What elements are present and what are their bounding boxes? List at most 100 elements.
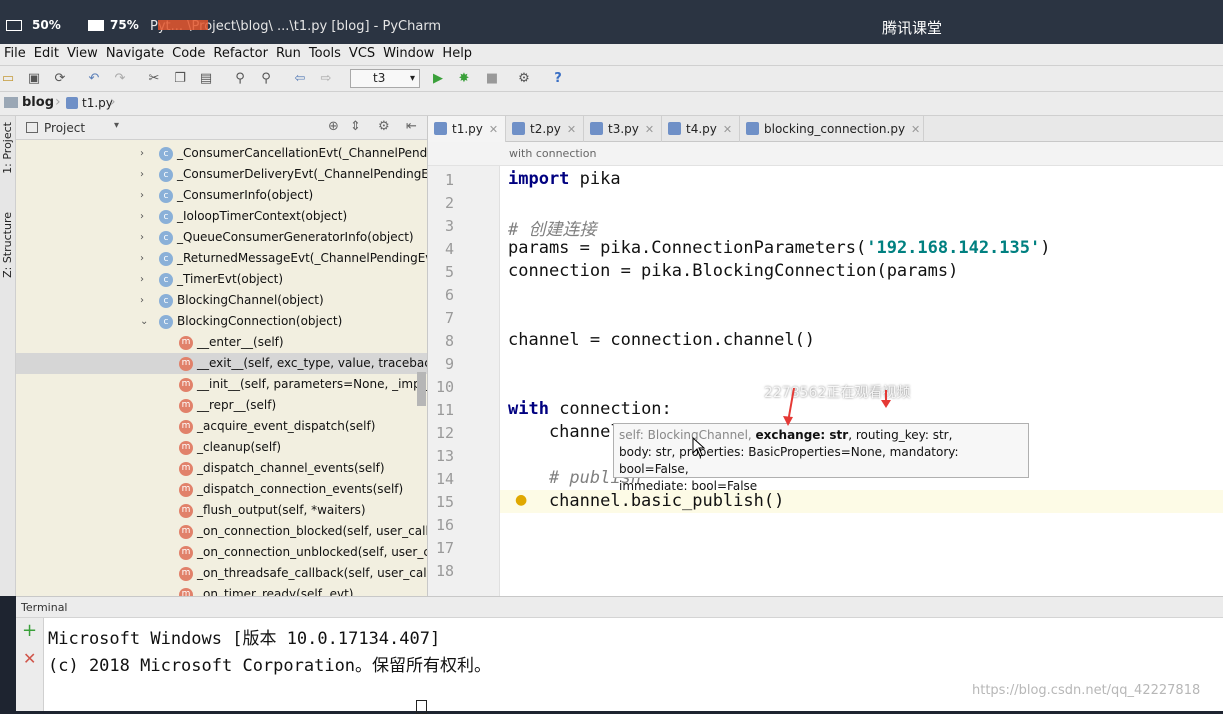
class-icon: c — [159, 273, 173, 287]
replace-icon[interactable]: ⚲ — [258, 71, 274, 87]
tree-class-item[interactable]: › c _ConsumerInfo(object) — [16, 185, 427, 206]
breadcrumb-project[interactable]: blog — [22, 95, 54, 110]
tree-method-item[interactable]: m __exit__(self, exc_type, value, traceba… — [16, 353, 427, 374]
project-view-label[interactable]: Project — [44, 121, 85, 135]
tab-t4[interactable]: t4.py ✕ — [662, 116, 740, 142]
structure-tool-tab[interactable]: Z: Structure — [1, 212, 14, 278]
tree-method-item[interactable]: m _on_connection_blocked(self, user_callb… — [16, 521, 427, 542]
chevron-right-icon[interactable]: › — [140, 164, 144, 185]
tree-method-item[interactable]: m _dispatch_channel_events(self) — [16, 458, 427, 479]
menu-run[interactable]: Run — [272, 44, 305, 64]
tree-class-item[interactable]: › c _QueueConsumerGeneratorInfo(object) — [16, 227, 427, 248]
editor-tabs: t1.py ✕ t2.py ✕ t3.py ✕ t4.py ✕ blocking_con… — [428, 116, 1223, 142]
collapse-icon[interactable]: ⇕ — [350, 119, 361, 134]
tree-method-item[interactable]: m _cleanup(self) — [16, 437, 427, 458]
tab-t1[interactable]: t1.py ✕ — [428, 116, 506, 142]
chevron-right-icon[interactable]: › — [140, 269, 144, 290]
menu-file[interactable]: File — [0, 44, 30, 64]
navigation-bar: blog › t1.py › — [0, 92, 1223, 116]
chevron-right-icon[interactable]: › — [140, 290, 144, 311]
close-icon[interactable]: ✕ — [911, 123, 920, 136]
tree-method-item[interactable]: m __enter__(self) — [16, 332, 427, 353]
tree-class-item[interactable]: › c _ReturnedMessageEvt(_ChannelPendingEvt… — [16, 248, 427, 269]
tree-method-item[interactable]: m _on_timer_ready(self, evt) — [16, 584, 427, 596]
save-icon[interactable]: ▣ — [26, 71, 42, 87]
method-icon: m — [179, 588, 193, 596]
gear-icon[interactable]: ⚙ — [378, 119, 390, 134]
tree-method-item[interactable]: m _on_threadsafe_callback(self, user_call… — [16, 563, 427, 584]
menu-edit[interactable]: Edit — [30, 44, 63, 64]
chevron-right-icon[interactable]: › — [140, 185, 144, 206]
menu-refactor[interactable]: Refactor — [209, 44, 272, 64]
cut-icon[interactable]: ✂ — [146, 71, 162, 87]
tree-class-item[interactable]: › c _TimerEvt(object) — [16, 269, 427, 290]
code-editor[interactable]: import pika # 创建连接 params = pika.Connect… — [500, 166, 1223, 596]
terminal-header[interactable]: Terminal — [16, 596, 1223, 618]
project-tool-tab[interactable]: 1: Project — [1, 122, 14, 174]
undo-icon[interactable]: ↶ — [86, 71, 102, 87]
hide-icon[interactable]: ⇤ — [406, 119, 417, 134]
chevron-right-icon[interactable]: › — [140, 248, 144, 269]
project-view-icon — [26, 122, 38, 133]
tree-method-item[interactable]: m _on_connection_unblocked(self, user_cal… — [16, 542, 427, 563]
run-icon[interactable]: ▶ — [430, 71, 446, 87]
chevron-right-icon[interactable]: › — [140, 206, 144, 227]
chevron-right-icon[interactable]: › — [140, 143, 144, 164]
sync-icon[interactable]: ⟳ — [52, 71, 68, 87]
menu-tools[interactable]: Tools — [305, 44, 345, 64]
paste-icon[interactable]: ▤ — [198, 71, 214, 87]
tree-method-item[interactable]: m _acquire_event_dispatch(self) — [16, 416, 427, 437]
add-icon[interactable]: + — [22, 622, 37, 640]
tree-class-item[interactable]: ⌄ c BlockingConnection(object) — [16, 311, 427, 332]
intention-bulb-icon[interactable]: ● — [515, 492, 527, 508]
chevron-right-icon[interactable]: › — [140, 227, 144, 248]
python-file-icon — [746, 122, 759, 135]
tree-method-item[interactable]: m _flush_output(self, *waiters) — [16, 500, 427, 521]
menu-code[interactable]: Code — [168, 44, 209, 64]
target-icon[interactable]: ⊕ — [328, 119, 339, 134]
tab-t3[interactable]: t3.py ✕ — [584, 116, 662, 142]
tree-class-item[interactable]: › c _ConsumerDeliveryEvt(_ChannelPendingEv… — [16, 164, 427, 185]
method-icon: m — [179, 357, 193, 371]
tree-item-label: _on_connection_blocked(self, user_callba… — [197, 524, 427, 538]
tree-method-item[interactable]: m __init__(self, parameters=None, _impl_c… — [16, 374, 427, 395]
chevron-down-icon[interactable]: ⌄ — [140, 311, 148, 332]
close-icon[interactable]: ✕ — [489, 123, 498, 136]
find-icon[interactable]: ⚲ — [232, 71, 248, 87]
chevron-down-icon[interactable]: ▾ — [114, 120, 119, 131]
menu-help[interactable]: Help — [438, 44, 476, 64]
back-icon[interactable]: ⇦ — [292, 71, 308, 87]
menu-view[interactable]: View — [63, 44, 102, 64]
tree-class-item[interactable]: › c _IoloopTimerContext(object) — [16, 206, 427, 227]
settings-icon[interactable]: ⚙ — [516, 71, 532, 87]
tree-scrollbar[interactable] — [417, 372, 426, 406]
close-icon[interactable]: ✕ — [23, 650, 36, 668]
help-icon[interactable]: ? — [550, 71, 566, 87]
menu-navigate[interactable]: Navigate — [102, 44, 168, 64]
tree-class-item[interactable]: › c _ConsumerCancellationEvt(_ChannelPendi… — [16, 143, 427, 164]
tree-item-label: _on_connection_unblocked(self, user_call… — [197, 545, 427, 559]
tree-method-item[interactable]: m __repr__(self) — [16, 395, 427, 416]
breadcrumb-file[interactable]: t1.py — [82, 96, 113, 110]
menu-window[interactable]: Window — [379, 44, 438, 64]
tree-class-item[interactable]: › c BlockingChannel(object) — [16, 290, 427, 311]
tab-t2[interactable]: t2.py ✕ — [506, 116, 584, 142]
run-config-label: t3 — [373, 71, 386, 85]
method-icon: m — [179, 336, 193, 350]
close-icon[interactable]: ✕ — [645, 123, 654, 136]
forward-icon[interactable]: ⇨ — [318, 71, 334, 87]
copy-icon[interactable]: ❐ — [172, 71, 188, 87]
redo-icon[interactable]: ↷ — [112, 71, 128, 87]
tree-method-item[interactable]: m _dispatch_connection_events(self) — [16, 479, 427, 500]
tab-blocking-connection[interactable]: blocking_connection.py ✕ — [740, 116, 924, 142]
run-config-select[interactable]: t3 ▾ — [350, 69, 420, 88]
close-icon[interactable]: ✕ — [723, 123, 732, 136]
debug-icon[interactable]: ✸ — [456, 71, 472, 87]
open-folder-icon[interactable]: ▭ — [0, 71, 16, 87]
breadcrumb-separator-icon: › — [110, 94, 116, 110]
code-breadcrumb[interactable]: with connection — [428, 142, 1223, 166]
close-icon[interactable]: ✕ — [567, 123, 576, 136]
python-file-icon — [434, 122, 447, 135]
menu-vcs[interactable]: VCS — [345, 44, 379, 64]
stop-icon[interactable]: ■ — [484, 71, 500, 87]
